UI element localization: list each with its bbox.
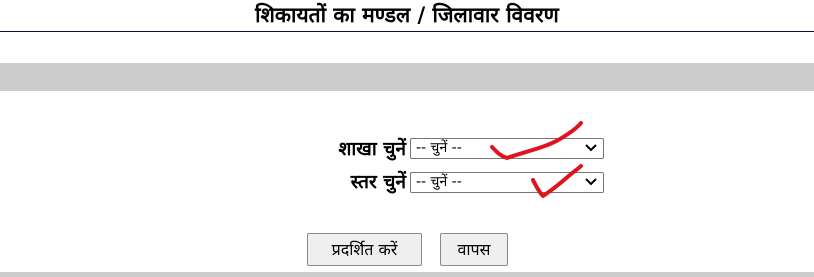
footer-band <box>0 272 814 277</box>
level-row: स्तर चुनें -- चुनें -- <box>0 170 814 194</box>
show-button[interactable]: प्रदर्शित करें <box>307 233 422 266</box>
chevron-down-icon <box>585 144 597 152</box>
level-select[interactable]: -- चुनें -- <box>410 172 604 193</box>
branch-select-value: -- चुनें -- <box>416 140 462 156</box>
branch-row: शाखा चुनें -- चुनें -- <box>0 137 814 161</box>
branch-select[interactable]: -- चुनें -- <box>410 138 604 159</box>
chevron-down-icon <box>585 178 597 186</box>
level-select-value: -- चुनें -- <box>416 174 462 190</box>
back-button[interactable]: वापस <box>440 233 508 266</box>
level-label: स्तर चुनें <box>350 171 406 193</box>
page-title: शिकायतों का मण्डल / जिलावार विवरण <box>255 3 559 27</box>
title-divider <box>0 31 814 32</box>
header-band <box>0 63 814 91</box>
branch-label: शाखा चुनें <box>338 138 406 160</box>
